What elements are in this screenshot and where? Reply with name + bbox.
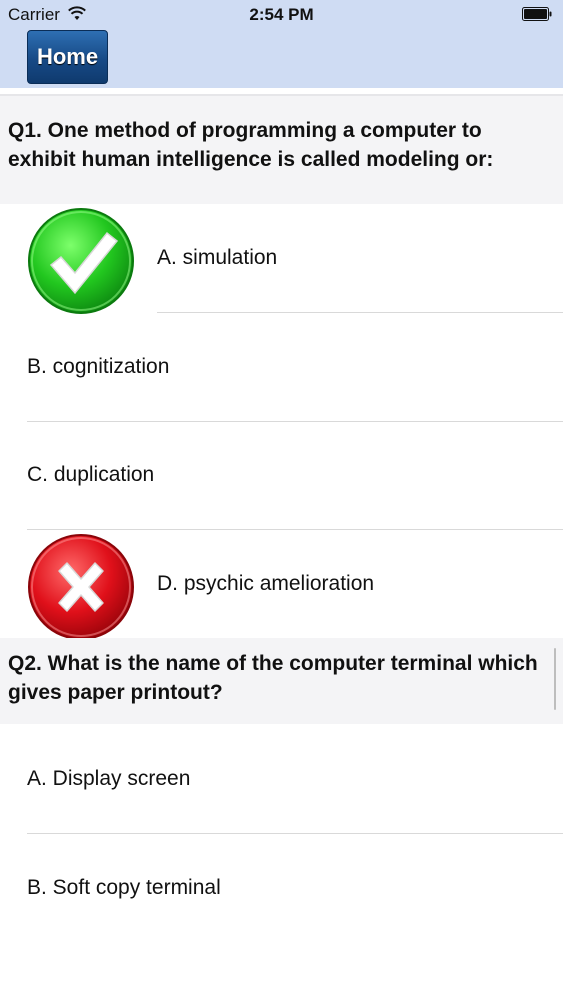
option-label: B. Soft copy terminal [27,876,221,899]
question-2-option-b[interactable]: B. Soft copy terminal [0,834,563,942]
status-bar: Carrier 2:54 PM [0,0,563,30]
question-1-text: Q1. One method of programming a computer… [0,96,563,204]
option-label: D. psychic amelioration [157,572,375,595]
question-1-option-d[interactable]: D. psychic amelioration [0,530,563,640]
status-time: 2:54 PM [249,5,314,24]
question-1-option-a[interactable]: A. simulation [0,204,563,314]
option-label: C. duplication [27,463,155,486]
wrong-cross-icon [28,534,134,640]
question-2-text: Q2. What is the name of the computer ter… [0,638,563,724]
correct-check-icon [28,208,134,314]
option-label: A. Display screen [27,767,191,790]
question-1-option-b[interactable]: B. cognitization [0,313,563,422]
home-button[interactable]: Home [27,30,108,84]
scroll-indicator[interactable] [554,648,556,710]
option-label: B. cognitization [27,355,170,378]
battery-icon [522,7,552,21]
option-label: A. simulation [157,246,278,269]
question-1-option-c[interactable]: C. duplication [0,421,563,530]
question-2-option-a[interactable]: A. Display screen [0,725,563,834]
